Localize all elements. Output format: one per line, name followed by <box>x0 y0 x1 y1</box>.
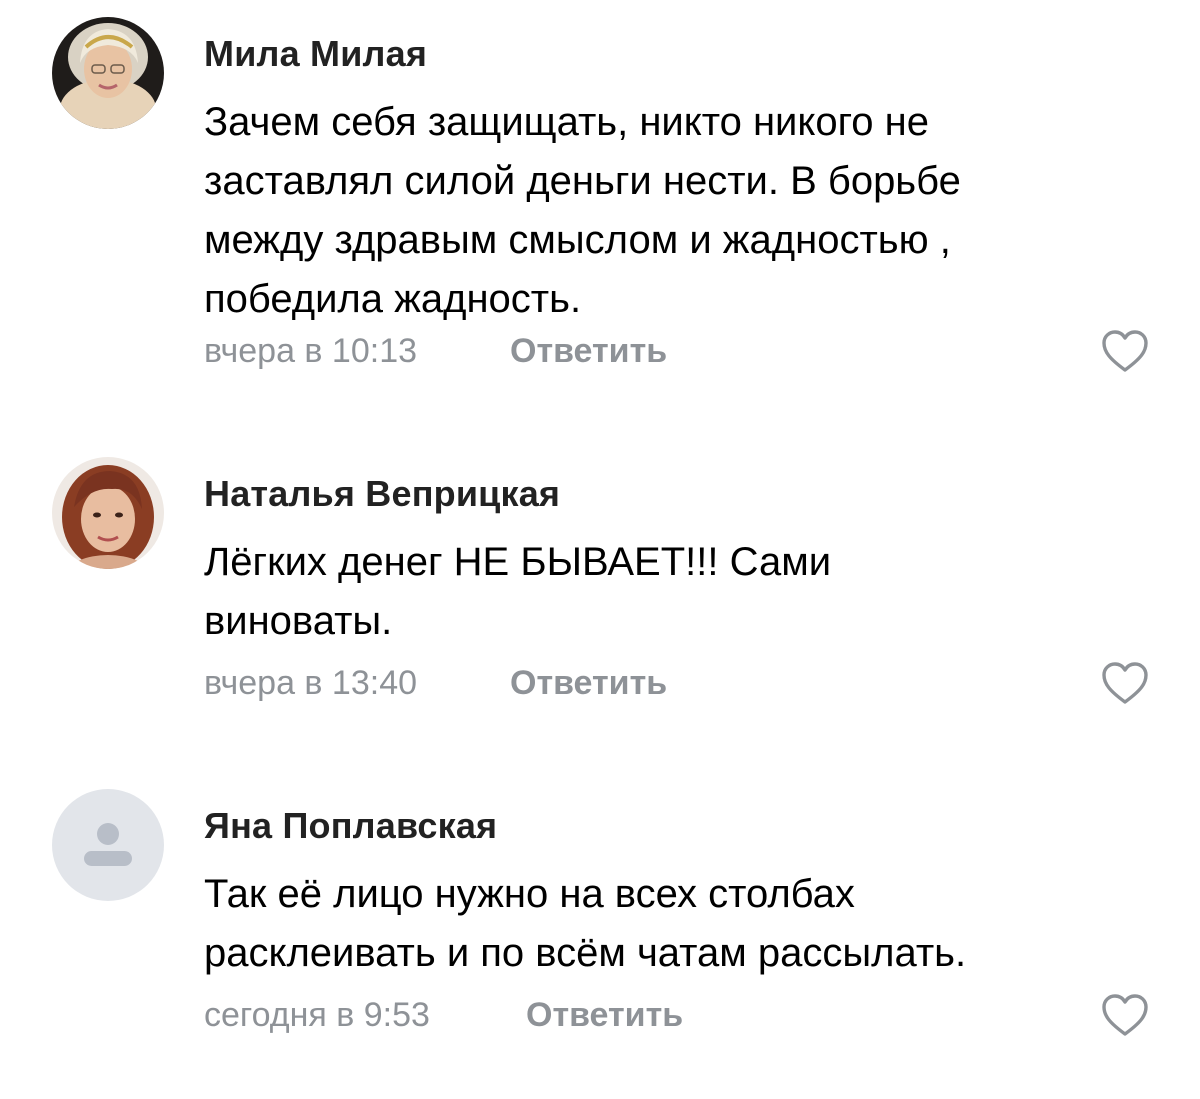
comment-text-line: Лёгких денег НЕ БЫВАЕТ!!! Сами <box>204 540 832 584</box>
reply-button[interactable]: Ответить <box>526 996 683 1035</box>
like-button[interactable] <box>1100 660 1150 706</box>
comment-text-line: виноваты. <box>204 599 393 643</box>
heart-outline-icon <box>1102 662 1148 704</box>
comment-text-line: расклеивать и по всём чатам рассылать. <box>204 931 967 975</box>
like-button[interactable] <box>1100 992 1150 1038</box>
comment-text-line: Так её лицо нужно на всех столбах <box>204 872 855 916</box>
comment-timestamp: сегодня в 9:53 <box>204 996 430 1034</box>
avatar[interactable] <box>52 17 164 129</box>
comment-timestamp: вчера в 13:40 <box>204 664 418 702</box>
reply-button[interactable]: Ответить <box>510 664 667 703</box>
default-user-icon <box>52 789 164 901</box>
comment-text: Лёгких денег НЕ БЫВАЕТ!!! Сами виноваты. <box>204 533 1144 651</box>
user-photo-icon <box>52 17 164 129</box>
comment-text-line: Зачем себя защищать, никто никого не <box>204 100 929 144</box>
avatar[interactable] <box>52 789 164 901</box>
reply-button[interactable]: Ответить <box>510 332 667 371</box>
like-button[interactable] <box>1100 328 1150 374</box>
comment-text-line: заставлял силой деньги нести. В борьбе <box>204 159 961 203</box>
heart-outline-icon <box>1102 994 1148 1036</box>
comment-author[interactable]: Наталья Веприцкая <box>204 473 560 515</box>
comment-text-line: между здравым смыслом и жадностью , <box>204 218 951 262</box>
comment-timestamp: вчера в 10:13 <box>204 332 418 370</box>
comment-author[interactable]: Мила Милая <box>204 33 427 75</box>
user-photo-icon <box>52 457 164 569</box>
comment-text: Так её лицо нужно на всех столбах раскле… <box>204 865 1144 983</box>
comment-text-line: победила жадность. <box>204 277 582 321</box>
avatar[interactable] <box>52 457 164 569</box>
comment-text: Зачем себя защищать, никто никого не зас… <box>204 93 1144 329</box>
comment-author[interactable]: Яна Поплавская <box>204 805 497 847</box>
heart-outline-icon <box>1102 330 1148 372</box>
